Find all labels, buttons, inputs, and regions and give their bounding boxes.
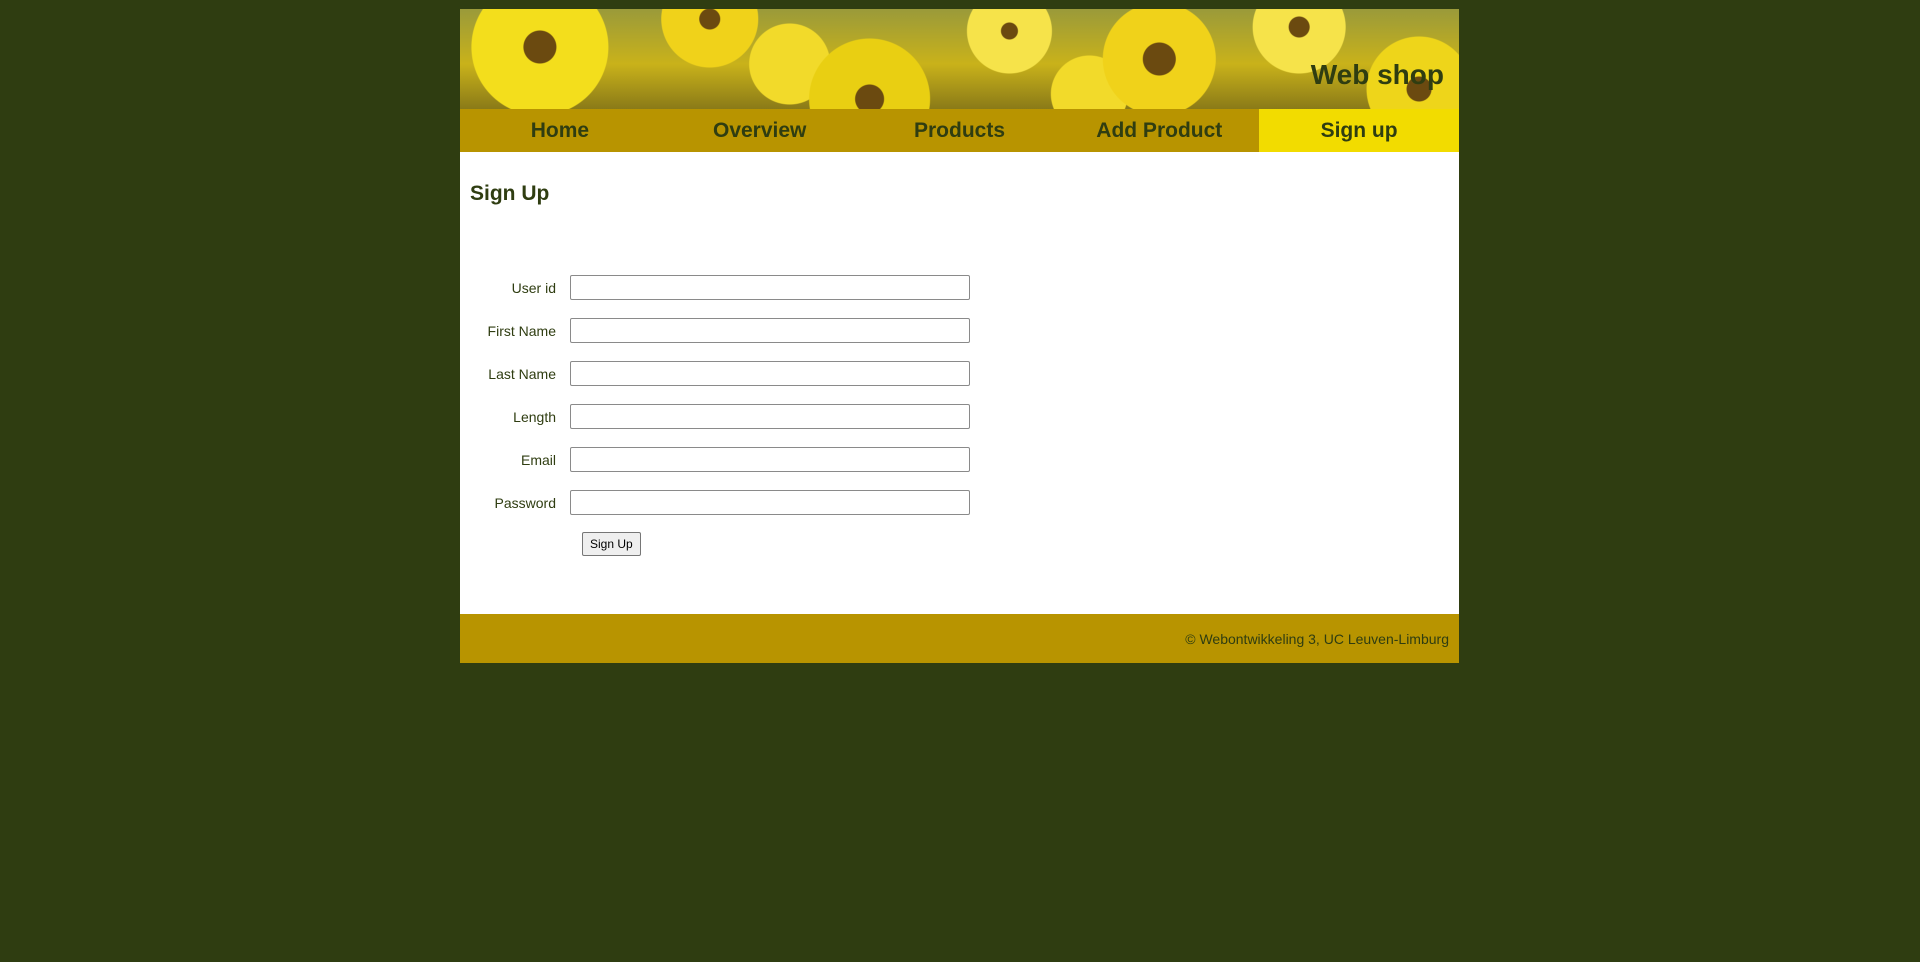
form-row-last-name: Last Name xyxy=(470,352,1449,395)
user-id-label: User id xyxy=(511,279,556,296)
main-content: Sign Up User id First Name Last Name Len… xyxy=(460,152,1459,614)
page-title: Sign Up xyxy=(470,182,550,205)
email-field[interactable] xyxy=(570,447,970,472)
form-row-first-name: First Name xyxy=(470,309,1449,352)
form-row-user-id: User id xyxy=(470,266,1449,309)
nav-item-products[interactable]: Products xyxy=(860,109,1060,152)
main-nav: Home Overview Products Add Product Sign … xyxy=(460,109,1459,152)
first-name-field[interactable] xyxy=(570,318,970,343)
length-label: Length xyxy=(513,408,556,425)
footer-copyright: © Webontwikkeling 3, UC Leuven-Limburg xyxy=(1185,630,1449,647)
nav-item-add-product[interactable]: Add Product xyxy=(1059,109,1259,152)
form-row-password: Password xyxy=(470,481,1449,524)
header-banner: Web shop xyxy=(460,9,1459,109)
last-name-field[interactable] xyxy=(570,361,970,386)
email-label: Email xyxy=(520,451,556,468)
signup-form: User id First Name Last Name Length Emai… xyxy=(470,266,1449,556)
nav-item-home[interactable]: Home xyxy=(460,109,660,152)
first-name-label: First Name xyxy=(487,322,556,339)
user-id-field[interactable] xyxy=(570,275,970,300)
length-field[interactable] xyxy=(570,404,970,429)
password-label: Password xyxy=(494,494,556,511)
last-name-label: Last Name xyxy=(488,365,556,382)
sign-up-button[interactable]: Sign Up xyxy=(582,532,641,556)
form-row-length: Length xyxy=(470,395,1449,438)
password-field[interactable] xyxy=(570,490,970,515)
submit-row: Sign Up xyxy=(470,532,1449,556)
page-container: Web shop Home Overview Products Add Prod… xyxy=(460,9,1459,663)
site-title: Web shop xyxy=(1310,59,1444,90)
nav-item-overview[interactable]: Overview xyxy=(660,109,860,152)
footer: © Webontwikkeling 3, UC Leuven-Limburg xyxy=(460,614,1459,663)
nav-item-sign-up[interactable]: Sign up xyxy=(1259,109,1459,152)
form-row-email: Email xyxy=(470,438,1449,481)
